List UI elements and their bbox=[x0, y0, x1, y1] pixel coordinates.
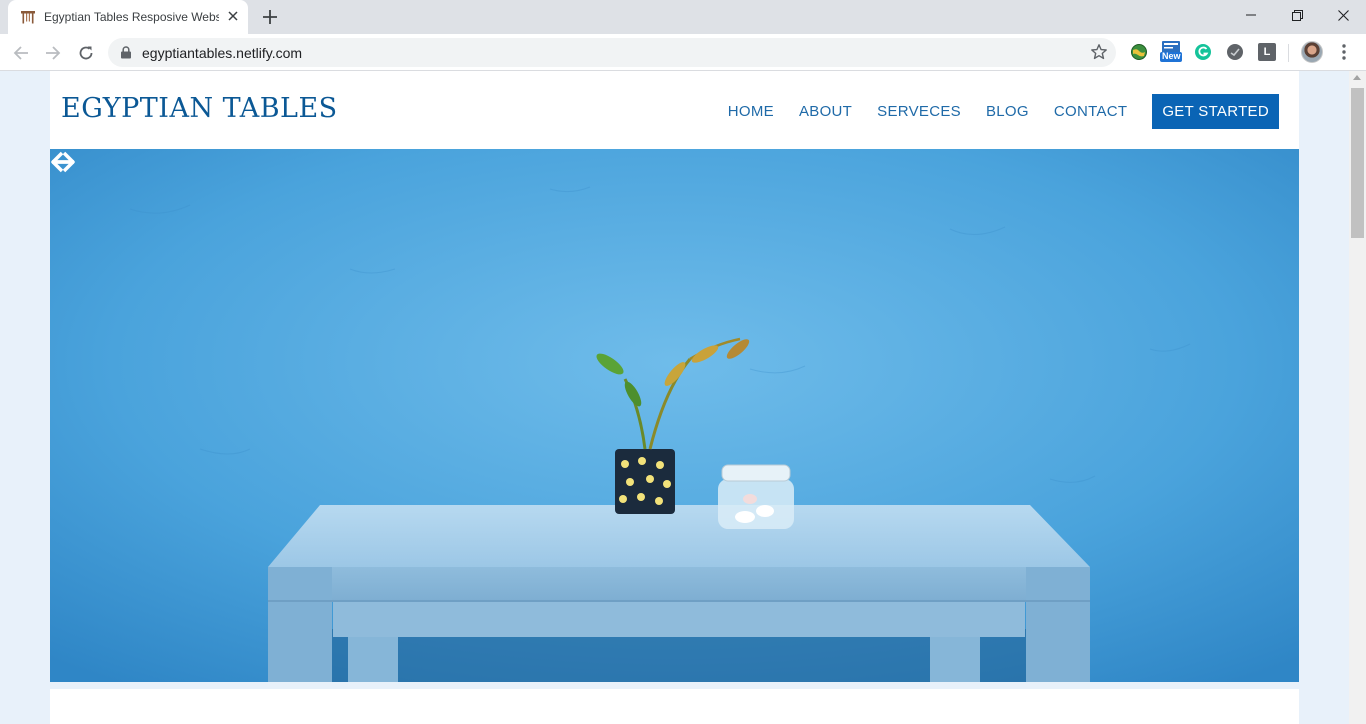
site-container: EGYPTIAN TABLES HOME ABOUT SERVECES BLOG… bbox=[50, 71, 1299, 724]
tab-strip: Egyptian Tables Resposive Website bbox=[0, 0, 1366, 34]
nav-blog[interactable]: BLOG bbox=[986, 103, 1029, 120]
close-tab-icon[interactable] bbox=[224, 7, 242, 25]
scroll-up-icon[interactable] bbox=[1353, 75, 1361, 80]
grammarly-icon[interactable] bbox=[1194, 43, 1212, 61]
nav-contact[interactable]: CONTACT bbox=[1054, 103, 1127, 120]
news-extension-icon[interactable]: New bbox=[1159, 39, 1183, 63]
toolbar-separator bbox=[1288, 44, 1289, 62]
get-started-button[interactable]: GET STARTED bbox=[1152, 94, 1279, 129]
globe-extension-icon[interactable] bbox=[1130, 43, 1148, 61]
profile-avatar[interactable] bbox=[1301, 41, 1323, 63]
l-extension-icon[interactable]: L bbox=[1258, 43, 1276, 61]
hero-image bbox=[50, 149, 1299, 682]
browser-tab[interactable]: Egyptian Tables Resposive Website bbox=[8, 0, 248, 34]
hero-carousel bbox=[50, 149, 1299, 682]
scroll-thumb[interactable] bbox=[1351, 88, 1364, 238]
page-scrollbar[interactable] bbox=[1349, 71, 1366, 724]
nav-services[interactable]: SERVECES bbox=[877, 103, 961, 120]
next-section bbox=[50, 689, 1299, 724]
url-text: egyptiantables.netlify.com bbox=[142, 45, 303, 61]
minimize-icon[interactable] bbox=[1228, 0, 1274, 30]
section-gap bbox=[50, 682, 1299, 689]
arrow-right-icon[interactable] bbox=[50, 149, 76, 175]
reload-icon[interactable] bbox=[74, 41, 98, 65]
site-header: EGYPTIAN TABLES HOME ABOUT SERVECES BLOG… bbox=[50, 71, 1299, 149]
page-viewport: EGYPTIAN TABLES HOME ABOUT SERVECES BLOG… bbox=[0, 71, 1349, 724]
site-logo[interactable]: EGYPTIAN TABLES bbox=[61, 93, 338, 124]
l-extension-letter: L bbox=[1263, 46, 1271, 58]
close-icon[interactable] bbox=[1320, 0, 1366, 30]
dark-extension-icon[interactable] bbox=[1226, 43, 1244, 61]
restore-icon[interactable] bbox=[1274, 0, 1320, 30]
forward-icon[interactable] bbox=[41, 41, 65, 65]
nav-about[interactable]: ABOUT bbox=[799, 103, 852, 120]
browser-toolbar: egyptiantables.netlify.com New L bbox=[0, 34, 1366, 71]
new-tab-button[interactable] bbox=[260, 7, 280, 27]
nav-home[interactable]: HOME bbox=[728, 103, 774, 120]
news-badge-text: New bbox=[1162, 51, 1181, 61]
address-bar[interactable]: egyptiantables.netlify.com bbox=[108, 38, 1116, 67]
tab-title: Egyptian Tables Resposive Website bbox=[44, 10, 219, 24]
bookmark-star-icon[interactable] bbox=[1090, 43, 1108, 61]
main-nav: HOME ABOUT SERVECES BLOG CONTACT GET STA… bbox=[728, 94, 1279, 129]
menu-kebab-icon[interactable] bbox=[1336, 42, 1352, 62]
table-icon bbox=[21, 11, 35, 24]
back-icon[interactable] bbox=[9, 41, 33, 65]
lock-icon bbox=[121, 46, 131, 59]
